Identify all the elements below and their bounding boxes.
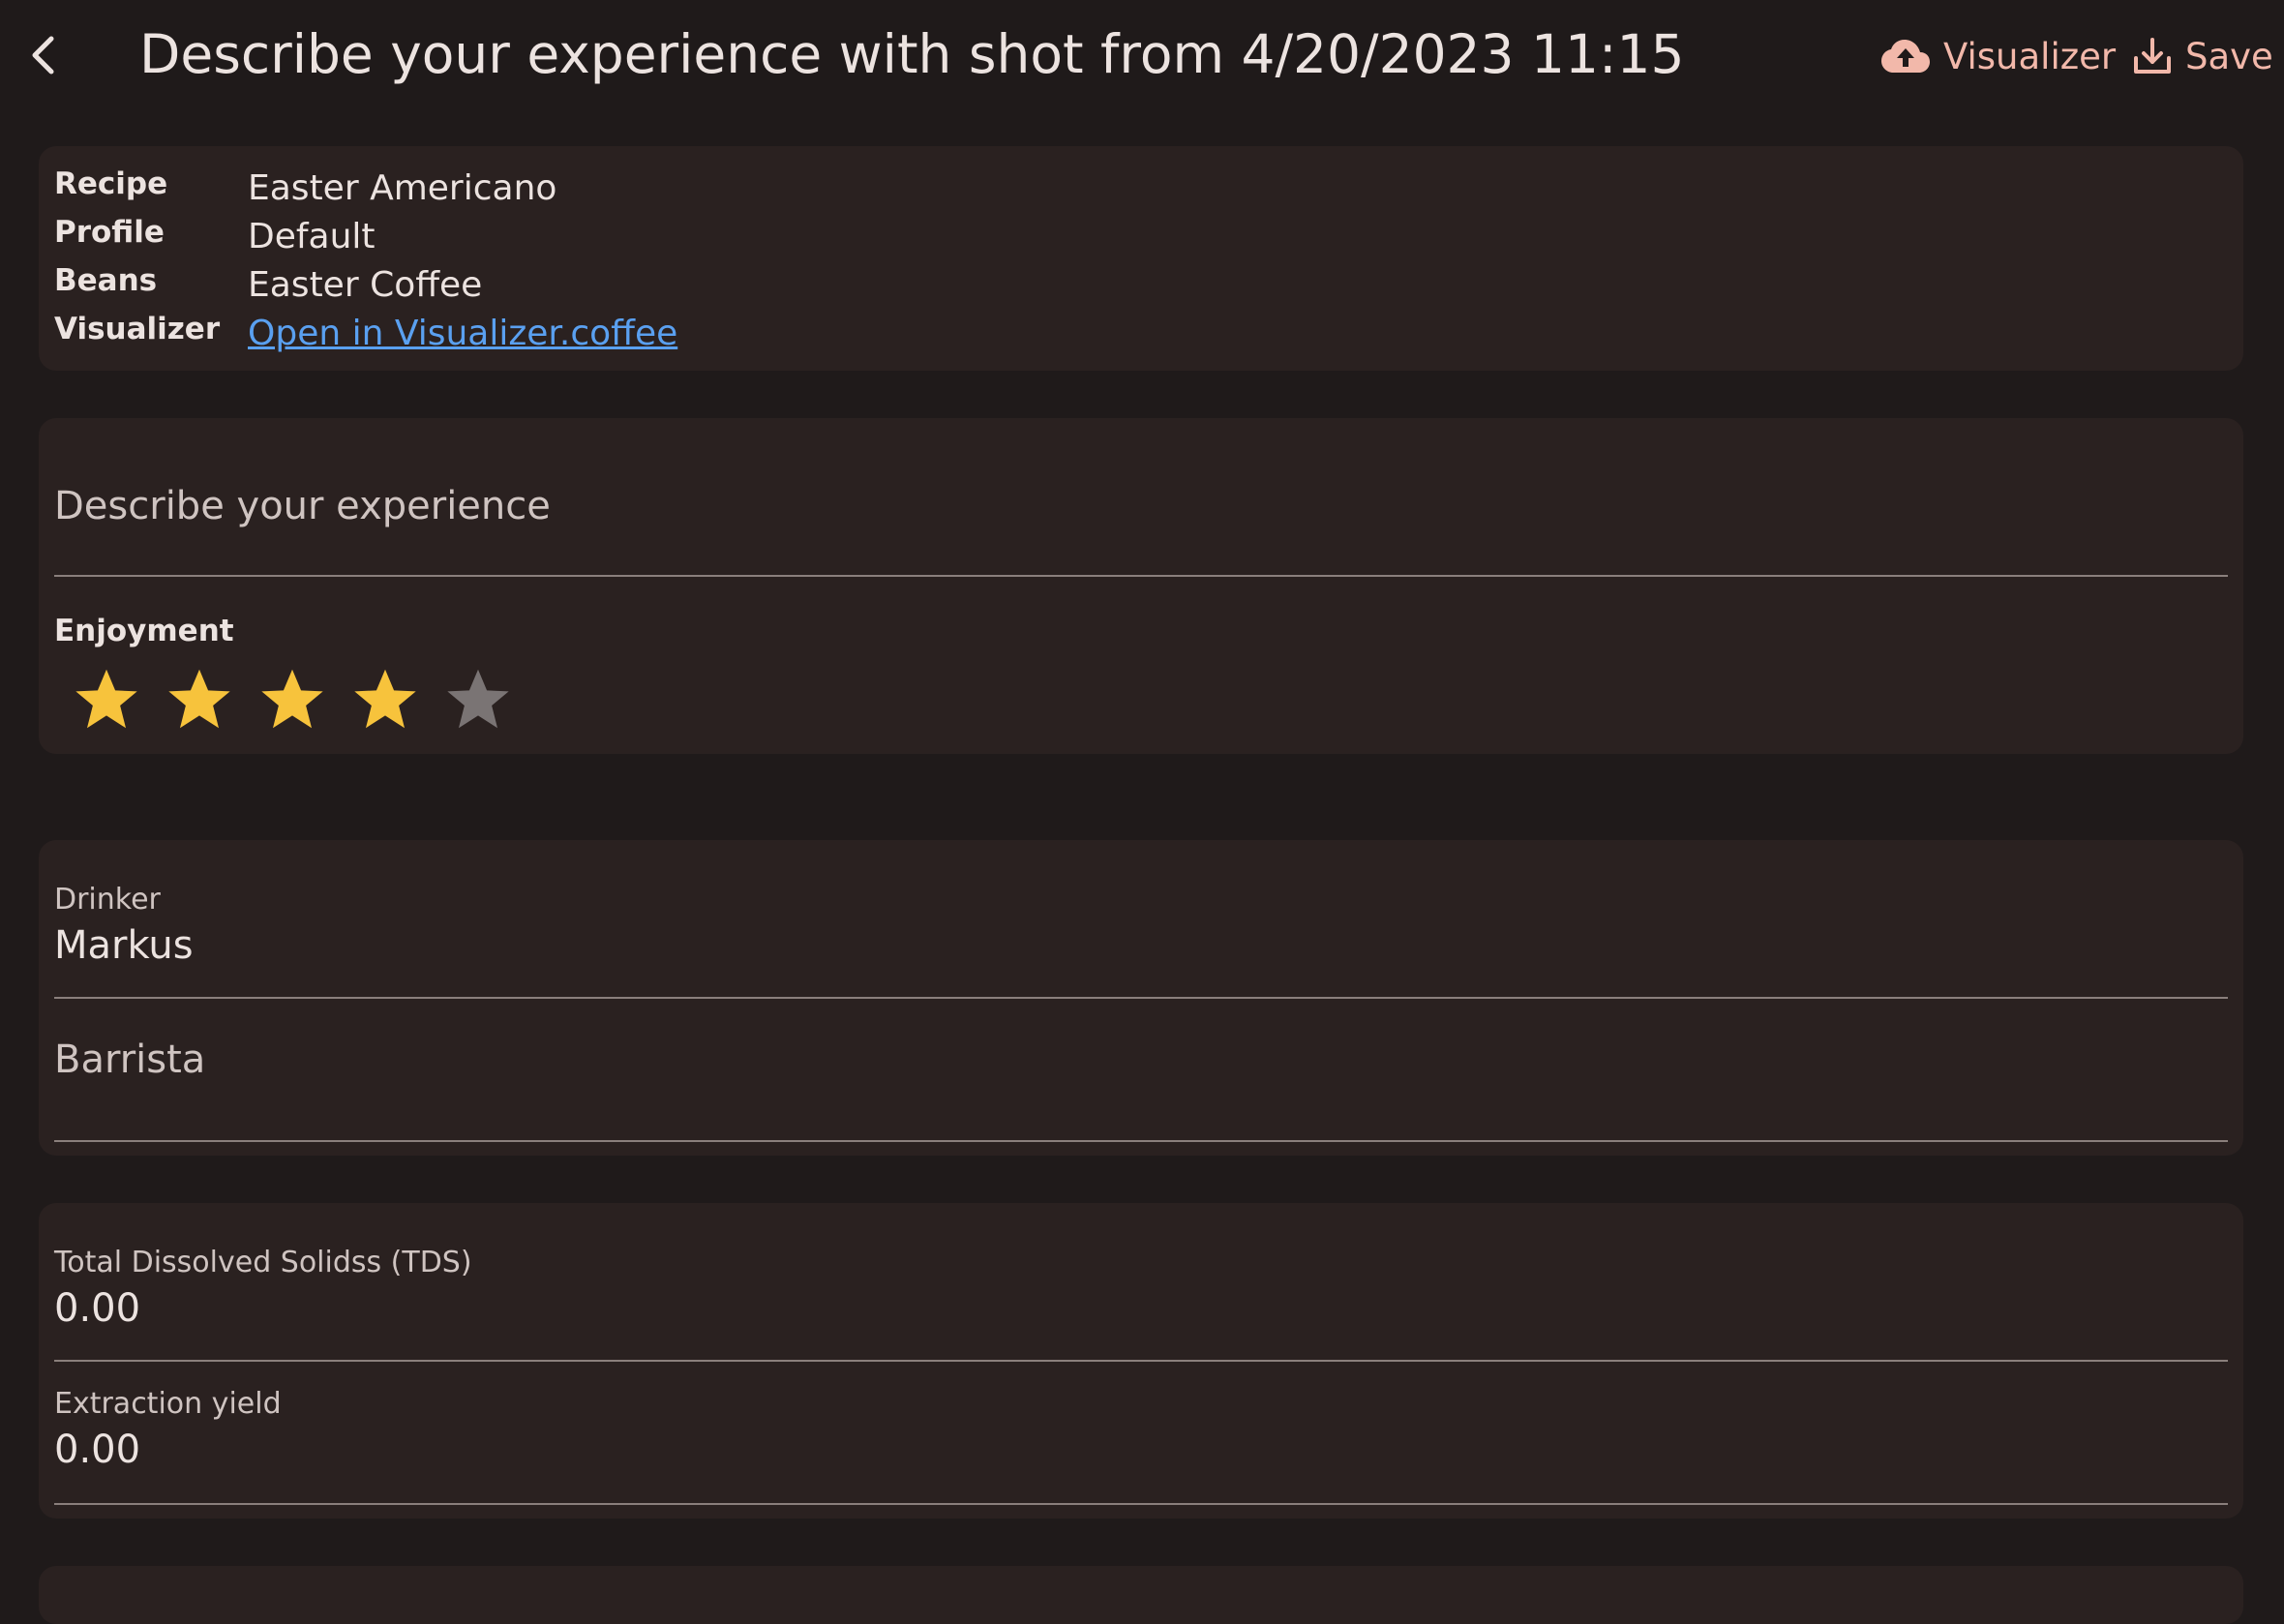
tds-label: Total Dissolved Solidss (TDS) (54, 1246, 472, 1279)
open-visualizer-link[interactable]: Open in Visualizer.coffee (248, 314, 677, 354)
beans-value: Easter Coffee (248, 265, 483, 305)
page-title: Describe your experience with shot from … (139, 23, 1685, 85)
beans-label: Beans (54, 263, 158, 298)
drinker-field[interactable]: Drinker Markus (54, 879, 2228, 999)
barista-placeholder: Barrista (54, 1038, 206, 1082)
visualizer-upload-button[interactable]: Visualizer (1881, 29, 2116, 83)
star-icon (168, 669, 230, 729)
back-button[interactable] (17, 25, 68, 85)
star-icon (75, 669, 137, 729)
barista-field[interactable]: Barrista (54, 999, 2228, 1142)
enjoyment-rating[interactable] (60, 660, 525, 737)
extraction-yield-value: 0.00 (54, 1428, 141, 1472)
star-5-button[interactable] (432, 660, 525, 737)
star-4-button[interactable] (339, 660, 432, 737)
tds-value: 0.00 (54, 1286, 141, 1331)
drinker-value: Markus (54, 923, 194, 968)
visualizer-label: Visualizer (54, 312, 221, 346)
top-app-bar: Describe your experience with shot from … (0, 0, 2284, 110)
recipe-label: Recipe (54, 166, 168, 201)
shot-info-card: Recipe Easter Americano Profile Default … (39, 146, 2243, 371)
star-icon (261, 669, 323, 729)
experience-card: Describe your experience Enjoyment (39, 418, 2243, 754)
profile-value: Default (248, 217, 376, 256)
experience-placeholder: Describe your experience (54, 484, 551, 528)
cloud-upload-icon (1881, 40, 1930, 73)
extraction-yield-field[interactable]: Extraction yield 0.00 (54, 1362, 2228, 1505)
people-card: Drinker Markus Barrista (39, 840, 2243, 1156)
tds-field[interactable]: Total Dissolved Solidss (TDS) 0.00 (54, 1242, 2228, 1362)
enjoyment-label: Enjoyment (54, 614, 234, 648)
star-2-button[interactable] (153, 660, 246, 737)
save-button[interactable]: Save (2133, 29, 2273, 83)
next-card (39, 1566, 2243, 1624)
drinker-label: Drinker (54, 883, 161, 917)
visualizer-button-label: Visualizer (1943, 35, 2117, 77)
info-row-visualizer: Visualizer Open in Visualizer.coffee (54, 309, 1506, 357)
star-3-button[interactable] (246, 660, 339, 737)
experience-field[interactable]: Describe your experience (54, 465, 2228, 577)
star-1-button[interactable] (60, 660, 153, 737)
extraction-yield-label: Extraction yield (54, 1387, 282, 1421)
recipe-value: Easter Americano (248, 168, 557, 208)
info-row-beans: Beans Easter Coffee (54, 260, 1506, 309)
profile-label: Profile (54, 215, 165, 250)
info-row-recipe: Recipe Easter Americano (54, 164, 1506, 212)
extraction-card: Total Dissolved Solidss (TDS) 0.00 Extra… (39, 1203, 2243, 1519)
download-icon (2134, 38, 2171, 74)
save-button-label: Save (2185, 35, 2273, 77)
star-icon (354, 669, 416, 729)
chevron-left-icon (32, 36, 54, 75)
info-row-profile: Profile Default (54, 212, 1506, 260)
star-icon (447, 669, 509, 729)
